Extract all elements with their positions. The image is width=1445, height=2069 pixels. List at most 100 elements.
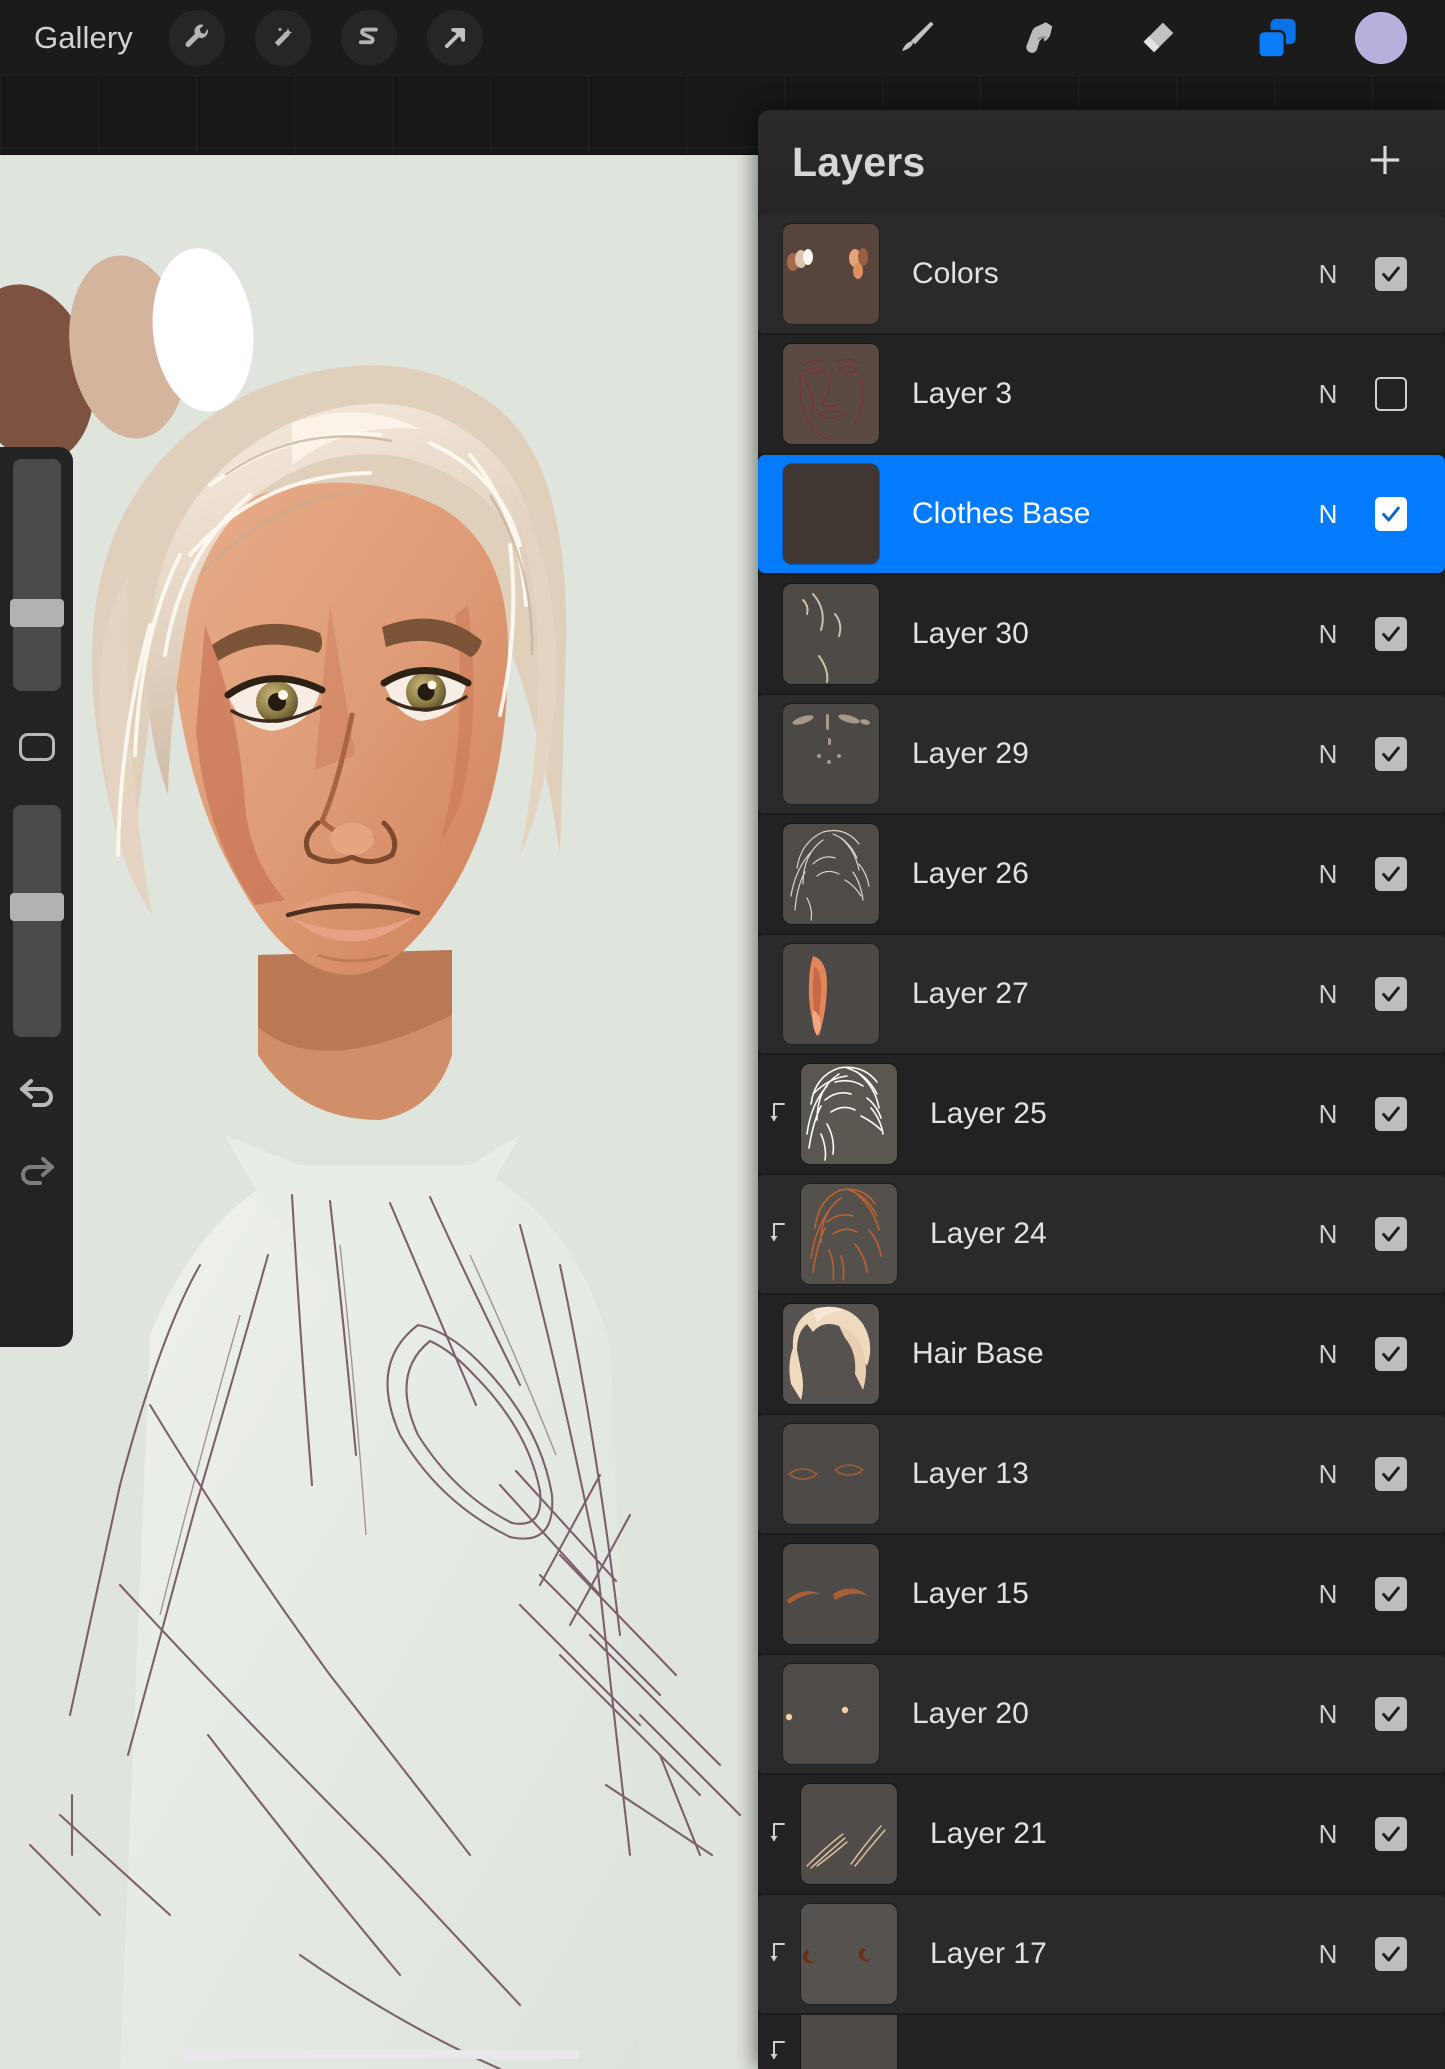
layer-visibility-checkbox[interactable] — [1375, 257, 1407, 291]
layer-visibility-checkbox[interactable] — [1375, 857, 1407, 891]
layer-name: Clothes Base — [912, 497, 1091, 530]
checkmark-icon — [1382, 1826, 1400, 1842]
brush-size-thumb[interactable] — [9, 599, 64, 627]
layer-blend-mode[interactable]: N — [1293, 1459, 1363, 1490]
eraser-icon — [1143, 22, 1174, 52]
layer-thumbnail[interactable] — [801, 1184, 897, 1284]
layer-visibility-checkbox[interactable] — [1375, 497, 1407, 531]
layer-row[interactable]: Layer 25 N — [758, 1055, 1445, 1173]
layer-thumbnail[interactable] — [783, 944, 879, 1044]
layer-visibility-checkbox[interactable] — [1375, 1457, 1407, 1491]
layer-row[interactable]: Layer 21 N — [758, 1775, 1445, 1893]
layers-panel: Layers Colors N Layer 3 N Clothes Base N… — [758, 110, 1445, 2069]
gallery-button[interactable]: Gallery — [28, 18, 139, 57]
clipping-mask-indicator — [768, 1221, 790, 1247]
layer-thumbnail[interactable] — [783, 704, 879, 804]
layer-visibility-checkbox[interactable] — [1375, 1937, 1407, 1971]
add-layer-button[interactable] — [1365, 140, 1405, 185]
layer-thumbnail[interactable] — [783, 464, 879, 564]
layer-visibility-checkbox[interactable] — [1375, 1217, 1407, 1251]
layer-visibility-checkbox[interactable] — [1375, 1577, 1407, 1611]
redo-button[interactable] — [12, 1145, 62, 1195]
layer-visibility-checkbox[interactable] — [1375, 1337, 1407, 1371]
checkmark-icon — [1382, 1946, 1400, 1962]
layer-visibility-checkbox[interactable] — [1375, 1697, 1407, 1731]
selection-button[interactable] — [340, 9, 397, 66]
layer-thumbnail[interactable] — [801, 1904, 897, 2004]
clipping-mask-icon — [770, 1943, 785, 1962]
layer-thumbnail[interactable] — [783, 824, 879, 924]
layer-thumbnail[interactable] — [783, 1424, 879, 1524]
layer-row[interactable]: Layer 30 N — [758, 575, 1445, 693]
layer-blend-mode[interactable]: N — [1293, 259, 1363, 290]
layer-row[interactable]: Layer 26 N — [758, 815, 1445, 933]
eraser-button[interactable] — [1097, 16, 1217, 60]
layer-row[interactable]: Hair Base N — [758, 1295, 1445, 1413]
checkmark-icon — [1382, 866, 1400, 882]
layer-row[interactable]: Layer 15 N — [758, 1535, 1445, 1653]
layer-blend-mode[interactable]: N — [1293, 1219, 1363, 1250]
layer-blend-mode[interactable]: N — [1293, 619, 1363, 650]
brush-icon — [902, 21, 934, 51]
layer-visibility-checkbox[interactable] — [1375, 617, 1407, 651]
layer-row[interactable]: Colors N — [758, 215, 1445, 333]
layer-blend-mode[interactable]: N — [1293, 1699, 1363, 1730]
clipping-mask-icon — [770, 1823, 785, 1842]
layer-thumbnail[interactable] — [783, 1664, 879, 1764]
actions-wrench-icon — [185, 24, 208, 47]
layer-thumbnail[interactable] — [801, 2015, 897, 2069]
adjustments-button[interactable] — [254, 9, 311, 66]
layer-row[interactable]: Layer 17 N — [758, 1895, 1445, 2013]
paint-brush-button[interactable] — [857, 16, 977, 60]
layer-blend-mode[interactable]: N — [1293, 1819, 1363, 1850]
layer-name: Layer 15 — [912, 1577, 1029, 1610]
adjustments-magic-icon — [274, 26, 293, 46]
layer-row[interactable]: Layer 20 N — [758, 1655, 1445, 1773]
layer-visibility-checkbox[interactable] — [1375, 1097, 1407, 1131]
layer-list[interactable]: Colors N Layer 3 N Clothes Base N Layer 30 N — [758, 215, 1445, 2069]
layer-row[interactable]: Clothes Base N — [758, 455, 1445, 573]
layer-blend-mode[interactable]: N — [1293, 1939, 1363, 1970]
layer-thumbnail[interactable] — [783, 344, 879, 444]
modify-button[interactable] — [18, 733, 55, 761]
layers-button[interactable] — [1217, 12, 1337, 64]
layer-row[interactable]: Layer 13 N — [758, 1415, 1445, 1533]
checkmark-icon — [1382, 506, 1400, 522]
layer-blend-mode[interactable]: N — [1293, 1339, 1363, 1370]
undo-button[interactable] — [12, 1067, 62, 1117]
layer-thumbnail[interactable] — [801, 1784, 897, 1884]
smudge-button[interactable] — [977, 16, 1097, 60]
layer-blend-mode[interactable]: N — [1293, 379, 1363, 410]
layer-blend-mode[interactable]: N — [1293, 979, 1363, 1010]
layer-thumbnail[interactable] — [783, 1304, 879, 1404]
layer-thumbnail[interactable] — [783, 224, 879, 324]
layer-name: Layer 17 — [930, 1937, 1047, 1970]
toolbar-right-group — [857, 11, 1445, 64]
layer-blend-mode[interactable]: N — [1293, 1099, 1363, 1130]
layer-thumbnail[interactable] — [801, 1064, 897, 1164]
layer-row[interactable]: Layer 29 N — [758, 695, 1445, 813]
layer-blend-mode[interactable]: N — [1293, 739, 1363, 770]
color-swatch-button[interactable] — [1355, 11, 1407, 64]
layer-thumbnail[interactable] — [783, 1544, 879, 1644]
layer-visibility-checkbox[interactable] — [1375, 737, 1407, 771]
layer-blend-mode[interactable]: N — [1293, 1579, 1363, 1610]
opacity-thumb[interactable] — [9, 893, 64, 921]
layer-visibility-checkbox[interactable] — [1375, 977, 1407, 1011]
layer-visibility-checkbox[interactable] — [1375, 377, 1407, 411]
drawing-canvas[interactable] — [0, 155, 760, 2069]
transform-button[interactable] — [426, 9, 483, 66]
layer-row[interactable] — [758, 2015, 1445, 2069]
layer-blend-mode[interactable]: N — [1293, 499, 1363, 530]
opacity-slider[interactable] — [9, 805, 64, 1037]
layer-row[interactable]: Layer 27 N — [758, 935, 1445, 1053]
tool-sidebar — [0, 447, 73, 1347]
layer-row[interactable]: Layer 24 N — [758, 1175, 1445, 1293]
layer-row[interactable]: Layer 3 N — [758, 335, 1445, 453]
layer-blend-mode[interactable]: N — [1293, 859, 1363, 890]
layer-visibility-checkbox[interactable] — [1375, 1817, 1407, 1851]
actions-button[interactable] — [168, 9, 225, 66]
layer-thumbnail[interactable] — [783, 584, 879, 684]
selection-s-icon — [358, 27, 378, 44]
brush-size-slider[interactable] — [9, 459, 64, 691]
